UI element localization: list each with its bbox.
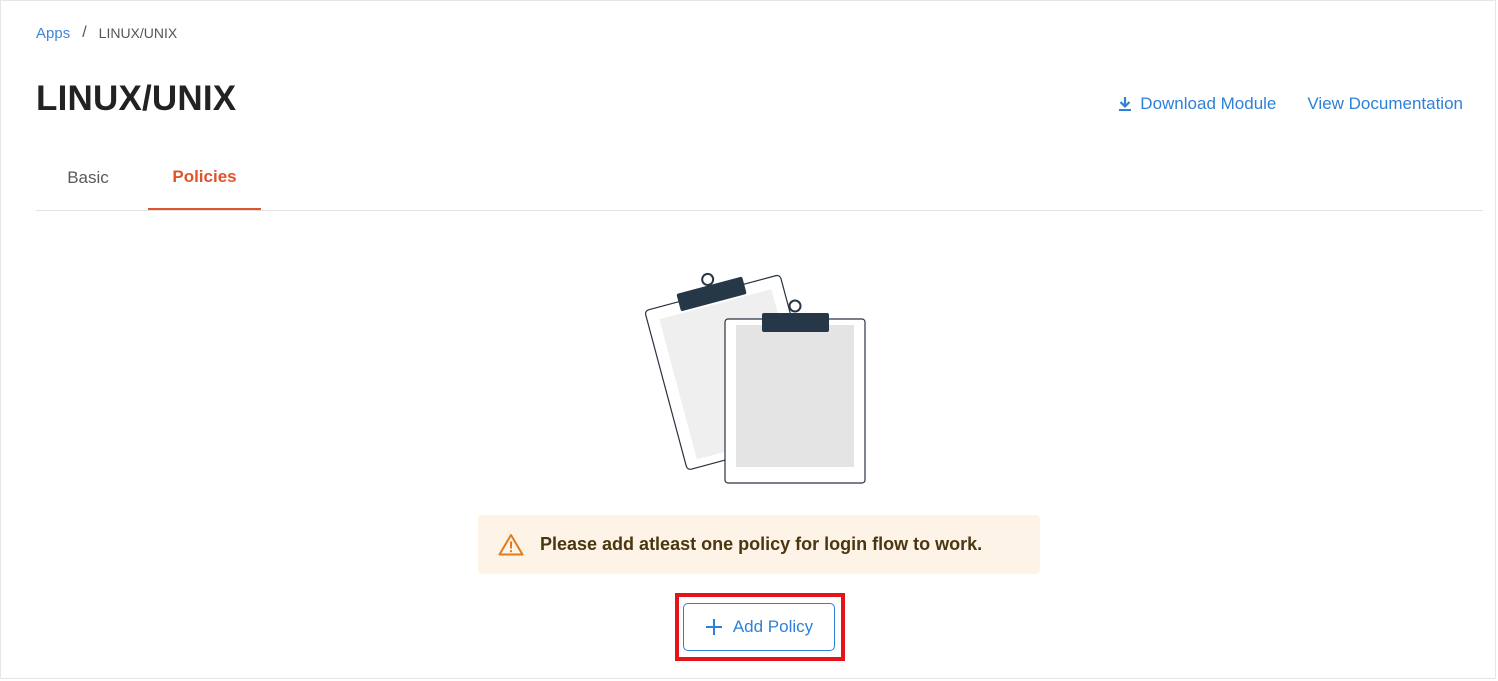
header-actions: Download Module View Documentation <box>1118 94 1463 114</box>
download-module-label: Download Module <box>1140 94 1277 113</box>
page-frame: Apps / LINUX/UNIX LINUX/UNIX Download Mo… <box>0 0 1496 679</box>
download-icon <box>1119 97 1132 111</box>
policy-warning-alert: Please add atleast one policy for login … <box>478 515 1040 574</box>
view-documentation-link[interactable]: View Documentation <box>1307 94 1463 114</box>
policy-warning-message: Please add atleast one policy for login … <box>540 534 983 554</box>
view-documentation-label: View Documentation <box>1307 94 1463 113</box>
tab-bar: Basic Policies <box>36 146 1483 211</box>
tab-basic[interactable]: Basic <box>36 146 140 210</box>
breadcrumb-separator: / <box>82 24 87 41</box>
add-policy-label: Add Policy <box>732 617 814 636</box>
breadcrumb-current: LINUX/UNIX <box>98 25 178 41</box>
warning-triangle-icon <box>498 533 524 556</box>
breadcrumb-apps-link[interactable]: Apps <box>36 25 70 42</box>
download-module-link[interactable]: Download Module <box>1118 94 1276 114</box>
tab-policies[interactable]: Policies <box>148 146 261 210</box>
add-policy-button[interactable]: Add Policy <box>683 603 835 651</box>
breadcrumb: Apps / LINUX/UNIX <box>36 24 177 42</box>
page-title: LINUX/UNIX <box>36 79 237 118</box>
clipboards-illustration <box>641 263 881 495</box>
plus-icon <box>705 618 723 636</box>
